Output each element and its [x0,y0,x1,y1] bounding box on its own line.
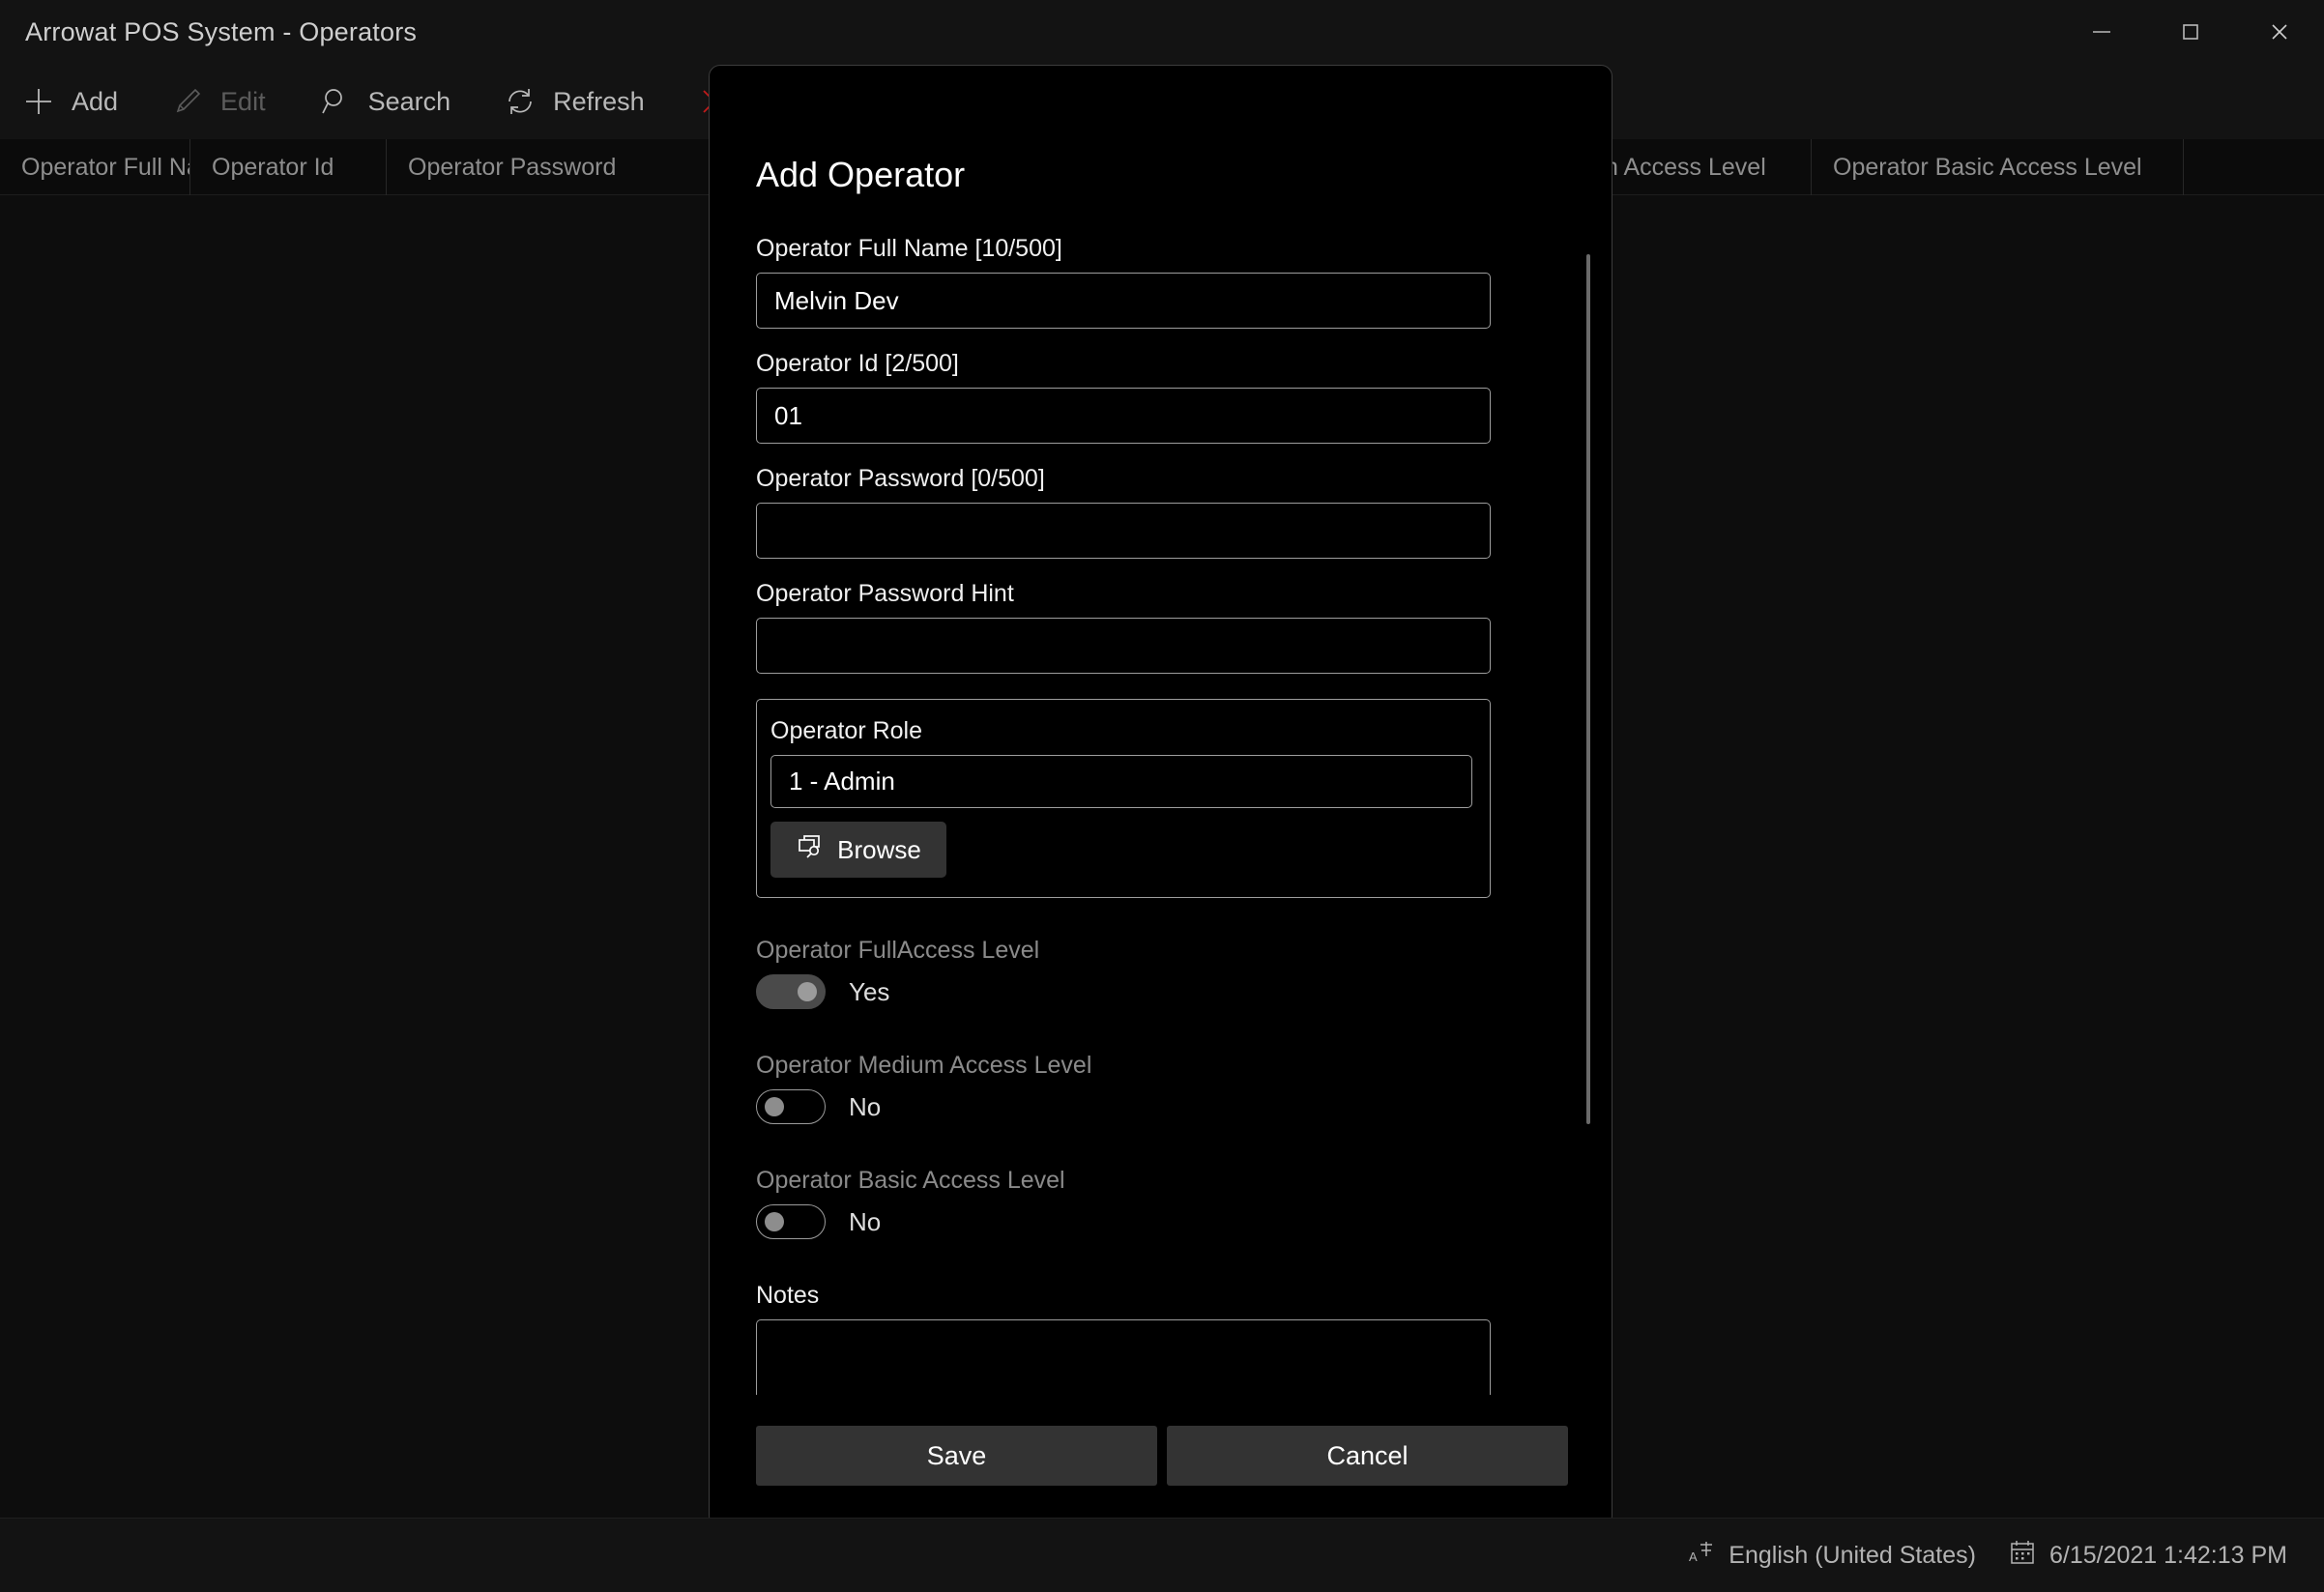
toolbar-search-label: Search [368,87,451,117]
refresh-icon [501,82,539,121]
operator-role-input[interactable]: 1 - Admin [770,755,1472,808]
full-name-input[interactable]: Melvin Dev [756,273,1491,329]
dialog-scroll-area: Operator Full Name [10/500] Melvin Dev O… [710,235,1612,1443]
dialog-scrollbar[interactable] [1586,254,1590,1124]
basic-access-level-toggle[interactable] [756,1204,826,1239]
column-header-spacer [2184,139,2324,195]
window-controls [2057,0,2324,64]
toggle-knob [798,982,817,1001]
toolbar-refresh-label: Refresh [553,87,645,117]
toolbar-refresh-button[interactable]: Refresh [501,82,645,121]
fullaccess-level-row: Yes [756,974,1567,1009]
notes-input[interactable] [756,1319,1491,1395]
fullaccess-level-state: Yes [849,977,889,1007]
title-bar: Arrowat POS System - Operators [0,0,2324,64]
save-button[interactable]: Save [756,1426,1157,1486]
notes-label: Notes [756,1282,1567,1310]
operator-id-input[interactable]: 01 [756,388,1491,444]
column-header-operator-id[interactable]: Operator Id [190,139,387,195]
column-header-operator-basic-access-level[interactable]: Operator Basic Access Level [1812,139,2184,195]
ime-input-icon: A [1688,1539,1715,1573]
toolbar-add-button[interactable]: Add [19,82,118,121]
medium-access-level-toggle[interactable] [756,1089,826,1124]
password-label: Operator Password [0/500] [756,465,1567,493]
operator-id-label: Operator Id [2/500] [756,350,1567,378]
language-indicator[interactable]: A English (United States) [1688,1539,1976,1573]
toolbar-edit-label: Edit [220,87,266,117]
pencil-icon [168,82,207,121]
column-header-medium-access-level[interactable]: n Access Level [1583,139,1812,195]
toolbar-search-button[interactable]: Search [316,82,451,121]
language-label: English (United States) [1728,1542,1976,1570]
fullaccess-level-toggle[interactable] [756,974,826,1009]
fullaccess-level-label: Operator FullAccess Level [756,937,1567,965]
toggle-knob [765,1097,784,1116]
toolbar-add-label: Add [72,87,118,117]
add-operator-dialog: Add Operator Operator Full Name [10/500]… [709,65,1612,1527]
operator-role-label: Operator Role [770,717,1476,745]
svg-text:A: A [1689,1549,1698,1564]
browse-windows-magnifier-icon [796,832,825,868]
browse-button-label: Browse [837,835,921,865]
close-button[interactable] [2235,0,2324,64]
status-bar: A English (United States) [0,1518,2324,1592]
password-input[interactable] [756,503,1491,559]
password-hint-input[interactable] [756,618,1491,674]
medium-access-level-row: No [756,1089,1567,1124]
cancel-button[interactable]: Cancel [1167,1426,1568,1486]
maximize-button[interactable] [2146,0,2235,64]
medium-access-level-state: No [849,1092,881,1122]
column-header-operator-full-name[interactable]: Operator Full Name [0,139,190,195]
datetime-indicator[interactable]: 6/15/2021 1:42:13 PM [2009,1539,2287,1573]
basic-access-level-label: Operator Basic Access Level [756,1167,1567,1195]
basic-access-level-state: No [849,1207,881,1237]
magnifier-icon [316,82,355,121]
dialog-title: Add Operator [756,155,965,195]
toolbar-edit-button[interactable]: Edit [168,82,266,121]
application-window: Arrowat POS System - Operators Add Edi [0,0,2324,1592]
datetime-label: 6/15/2021 1:42:13 PM [2049,1542,2287,1570]
basic-access-level-row: No [756,1204,1567,1239]
plus-icon [19,82,58,121]
browse-button[interactable]: Browse [770,822,946,878]
calendar-icon [2009,1539,2036,1573]
password-hint-label: Operator Password Hint [756,580,1567,608]
operator-role-group: Operator Role 1 - Admin Browse [756,699,1491,898]
window-title: Arrowat POS System - Operators [25,17,417,47]
toggle-knob [765,1212,784,1231]
medium-access-level-label: Operator Medium Access Level [756,1052,1567,1080]
minimize-button[interactable] [2057,0,2146,64]
dialog-footer: Save Cancel [756,1426,1568,1486]
full-name-label: Operator Full Name [10/500] [756,235,1567,263]
